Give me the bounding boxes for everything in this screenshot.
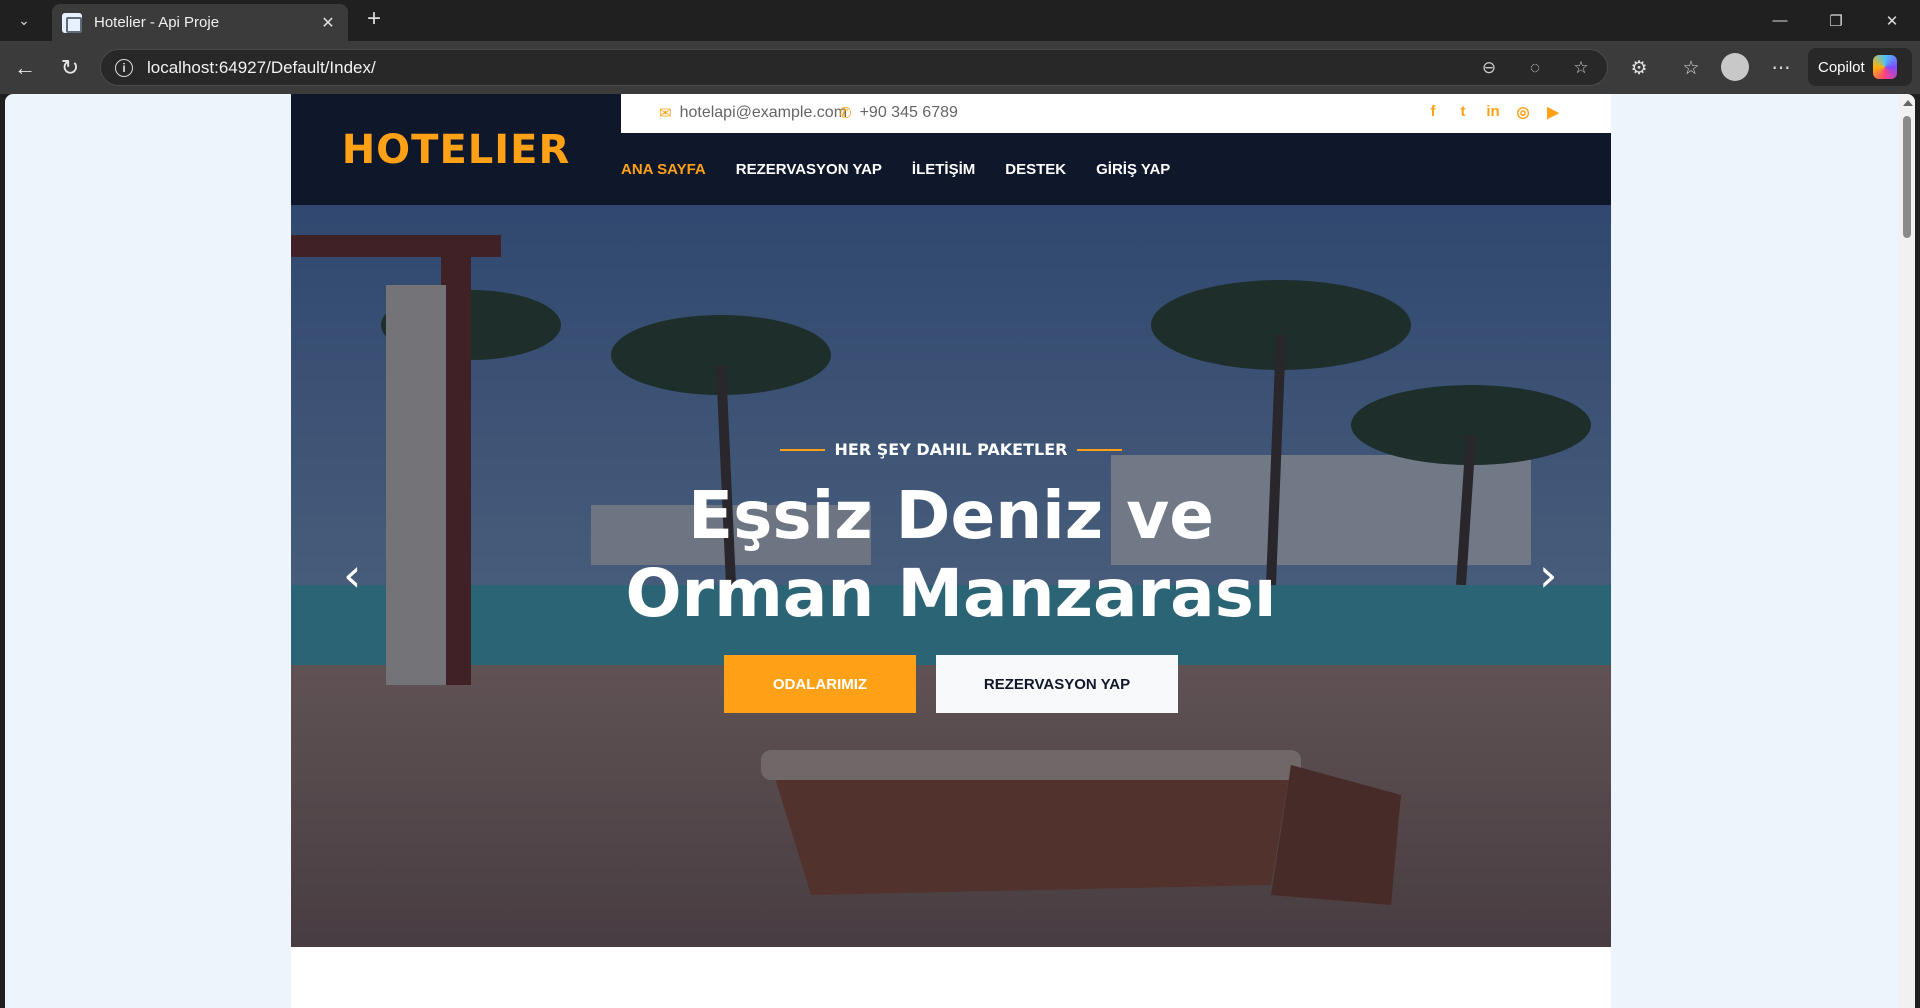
scroll-thumb[interactable] [1903,116,1911,238]
brand-area: HOTELIER [291,94,621,205]
email-contact: ✉ hotelapi@example.com [659,104,847,122]
copilot-icon [1872,55,1897,79]
close-window-icon[interactable]: ✕ [1864,0,1920,41]
tab-strip: ⌄ Hotelier - Api Proje ✕ + — ❐ ✕ [0,0,1920,41]
nav-contact[interactable]: İLETİŞİM [912,161,975,178]
phone-contact: ✆ +90 345 6789 [839,104,958,122]
hero-eyebrow: HER ŞEY DAHIL PAKETLER [291,440,1611,459]
favorites-icon[interactable]: ☆ [1676,53,1706,83]
eyebrow-line-left [779,448,825,451]
main-nav: ANA SAYFA REZERVASYON YAP İLETİŞİM DESTE… [621,133,1611,205]
more-menu-icon[interactable]: ⋯ [1766,53,1796,83]
twitter-icon[interactable]: t [1455,103,1471,121]
minimize-icon[interactable]: — [1752,0,1808,41]
carousel-prev-icon[interactable]: ‹ [343,548,361,602]
copilot-button[interactable]: Copilot [1808,48,1912,86]
eyebrow-line-right [1077,448,1123,451]
back-icon[interactable]: ← [10,53,40,83]
restore-icon[interactable]: ❐ [1808,0,1864,41]
nav-login[interactable]: GİRİŞ YAP [1096,161,1170,178]
zoom-icon[interactable]: ⊖ [1477,56,1501,80]
youtube-icon[interactable]: ▶ [1545,103,1561,121]
tab-actions-menu-icon[interactable]: ⌄ [10,6,38,34]
hero-headline-line1: Eşsiz Deniz ve [687,477,1214,554]
contact-topbar: ✉ hotelapi@example.com ✆ +90 345 6789 f … [621,94,1611,133]
close-tab-icon[interactable]: ✕ [318,13,338,33]
page-scrollbar[interactable] [1899,94,1915,1008]
url-text[interactable]: localhost:64927/Default/Index/ [147,58,376,78]
address-toolbar: ← ↻ i localhost:64927/Default/Index/ ⊖ ◌… [0,41,1920,94]
linkedin-icon[interactable]: in [1485,103,1501,121]
site-info-icon[interactable]: i [115,58,133,77]
phone-icon: ✆ [839,105,852,122]
hero-headline-line2: Orman Manzarası [625,555,1277,632]
brand-logo[interactable]: HOTELIER [342,127,571,173]
address-bar[interactable]: i localhost:64927/Default/Index/ ⊖ ◌ ☆ [100,49,1608,86]
scroll-up-icon[interactable] [1903,100,1913,106]
hero-headline: Eşsiz Deniz ve Orman Manzarası [291,477,1611,633]
refresh-icon[interactable]: ↻ [55,53,85,83]
facebook-icon[interactable]: f [1425,103,1441,121]
browser-tab[interactable]: Hotelier - Api Proje ✕ [52,4,348,41]
hero-eyebrow-text: HER ŞEY DAHIL PAKETLER [834,440,1068,459]
tab-title: Hotelier - Api Proje [94,14,220,31]
favorite-star-icon[interactable]: ☆ [1569,56,1593,80]
page-favicon-icon [62,12,82,33]
page-viewport: HOTELIER ✉ hotelapi@example.com ✆ +90 34… [5,94,1915,1008]
hero-caption: HER ŞEY DAHIL PAKETLER Eşsiz Deniz ve Or… [291,205,1611,947]
nav-support[interactable]: DESTEK [1005,161,1066,178]
read-aloud-icon[interactable]: ◌ [1523,56,1547,80]
extensions-icon[interactable]: ⚙ [1624,53,1654,83]
hero-carousel: HER ŞEY DAHIL PAKETLER Eşsiz Deniz ve Or… [291,205,1611,947]
nav-home[interactable]: ANA SAYFA [621,161,706,178]
phone-text: +90 345 6789 [859,104,958,121]
rooms-button[interactable]: ODALARIMIZ [724,655,916,713]
book-now-button[interactable]: REZERVASYON YAP [936,655,1178,713]
nav-reservation[interactable]: REZERVASYON YAP [736,161,882,178]
new-tab-icon[interactable]: + [360,6,388,34]
profile-avatar[interactable] [1721,53,1749,81]
site-container: HOTELIER ✉ hotelapi@example.com ✆ +90 34… [291,94,1611,1008]
email-text: hotelapi@example.com [679,104,848,121]
instagram-icon[interactable]: ◎ [1515,103,1531,121]
envelope-icon: ✉ [659,105,672,122]
carousel-next-icon[interactable]: › [1539,548,1557,602]
social-links: f t in ◎ ▶ [1425,103,1561,121]
copilot-label: Copilot [1818,58,1865,76]
